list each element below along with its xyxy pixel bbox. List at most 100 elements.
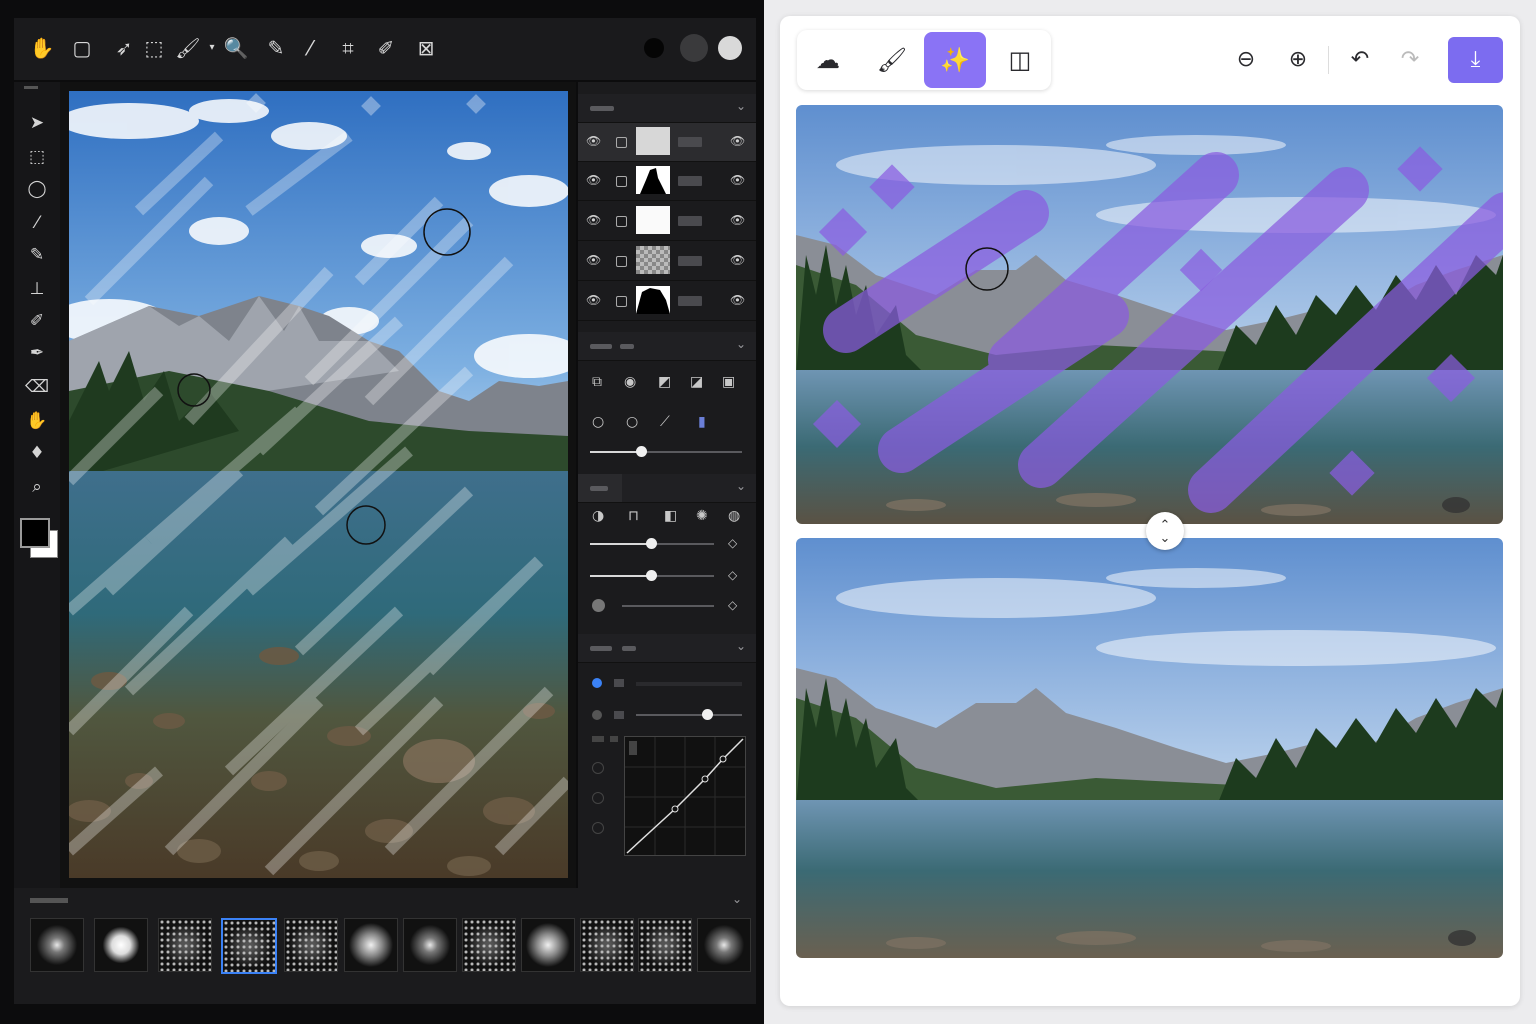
brush-preset[interactable] <box>158 918 212 972</box>
slider-knob[interactable] <box>646 538 657 549</box>
scatter-icon[interactable]: ✺ <box>696 508 708 524</box>
checkbox[interactable] <box>616 176 627 187</box>
contrast-icon[interactable]: ◩ <box>658 374 671 390</box>
brush-preset[interactable] <box>344 918 398 972</box>
eye-icon[interactable]: 👁 <box>586 213 601 227</box>
brush-icon[interactable]: 🖌 <box>861 32 923 88</box>
checkbox[interactable] <box>616 296 627 307</box>
curves-graph[interactable] <box>624 736 746 856</box>
undo-icon[interactable]: ↶ <box>1338 38 1382 82</box>
canvas-photo[interactable] <box>69 91 568 878</box>
channel-radio[interactable] <box>592 762 604 774</box>
healing-icon[interactable]: ✐ <box>24 308 50 334</box>
stamp-icon[interactable]: ⊓ <box>628 508 639 524</box>
channel-track[interactable] <box>636 682 742 686</box>
gradient-icon[interactable]: ▮ <box>698 414 706 430</box>
flip-icon[interactable]: ◧ <box>664 508 677 524</box>
brush-preset[interactable] <box>30 918 84 972</box>
zoom-icon[interactable]: ⌕ <box>24 474 50 500</box>
brush-preset[interactable] <box>462 918 516 972</box>
swatch-black[interactable] <box>644 38 664 58</box>
transform-icon[interactable]: ⊠ <box>412 34 440 62</box>
split-compare-handle[interactable]: ⌃ ⌄ <box>1146 512 1184 550</box>
chevron-down-icon[interactable]: ⌄ <box>736 639 746 653</box>
dodge-icon[interactable]: ♦ <box>24 440 50 466</box>
crop-icon[interactable]: ⌗ <box>334 34 362 62</box>
pen-icon[interactable]: ✒ <box>24 340 50 366</box>
texture-icon[interactable]: ◍ <box>728 508 740 524</box>
hand-icon[interactable]: ✋ <box>28 34 56 62</box>
eraser-icon[interactable]: ⌫ <box>24 374 50 400</box>
checkbox[interactable] <box>616 216 627 227</box>
zoom-in-icon[interactable]: ⊕ <box>1276 38 1320 82</box>
zoom-icon[interactable]: 🔍 <box>222 34 250 62</box>
diamond-icon[interactable]: ◇ <box>728 598 737 612</box>
redo-icon[interactable]: ↷ <box>1388 38 1432 82</box>
eye-icon[interactable]: 👁 <box>586 293 601 307</box>
hand-icon[interactable]: ✋ <box>24 408 50 434</box>
magic-wand-icon[interactable]: ✨ <box>924 32 986 88</box>
zoom-out-icon[interactable]: ⊖ <box>1224 38 1268 82</box>
eyedropper-icon[interactable]: ⁄ <box>296 34 324 62</box>
brush-panel-header[interactable]: ⌄ <box>578 474 756 503</box>
diamond-icon[interactable]: ◇ <box>728 568 737 582</box>
circle-icon[interactable]: ○ <box>626 414 638 430</box>
swatch-light[interactable] <box>718 36 742 60</box>
eye-icon[interactable]: 👁 <box>730 173 745 187</box>
circle-icon[interactable]: ○ <box>592 414 604 430</box>
eye-icon[interactable]: 👁 <box>730 253 745 267</box>
stamp-icon[interactable]: ⊥ <box>24 276 50 302</box>
pen-icon[interactable]: ✎ <box>262 34 290 62</box>
brush-preset[interactable] <box>580 918 634 972</box>
chevron-down-icon[interactable]: ⌄ <box>736 337 746 351</box>
brush-preset[interactable] <box>94 918 148 972</box>
curves-panel-header[interactable]: ⌄ <box>578 634 756 663</box>
slider-track[interactable] <box>636 714 742 716</box>
slider-knob[interactable] <box>702 709 713 720</box>
cloud-upload-icon[interactable]: ☁ <box>797 32 859 88</box>
diamond-icon[interactable]: ◇ <box>728 536 737 550</box>
brush-preset[interactable] <box>521 918 575 972</box>
brush-preset[interactable] <box>284 918 338 972</box>
select-arrow-icon[interactable]: ➶ <box>110 34 138 62</box>
pencil-icon[interactable]: ✎ <box>24 242 50 268</box>
foreground-color-swatch[interactable] <box>20 518 50 548</box>
opacity-icon[interactable]: ◑ <box>592 508 604 524</box>
slider-knob[interactable] <box>636 446 647 457</box>
channel-radio[interactable] <box>592 822 604 834</box>
toolbox-grip[interactable] <box>24 86 38 89</box>
eye-icon[interactable]: 👁 <box>730 134 745 148</box>
eye-icon[interactable]: 👁 <box>730 213 745 227</box>
slider-track[interactable] <box>622 605 714 607</box>
brush-preset[interactable] <box>638 918 692 972</box>
brush-preset[interactable] <box>221 918 277 974</box>
curves-adjust-icon[interactable]: ▣ <box>722 374 735 390</box>
brush-icon[interactable]: ⁄ <box>24 210 50 236</box>
eye-icon[interactable]: 👁 <box>586 253 601 267</box>
after-photo[interactable] <box>796 538 1503 958</box>
layer-row[interactable]: 👁 👁 <box>578 242 756 281</box>
lasso-icon[interactable]: ◯ <box>24 176 50 202</box>
brush-preset[interactable] <box>403 918 457 972</box>
lasso-icon[interactable]: ▢ <box>68 34 96 62</box>
eye-icon[interactable]: 👁 <box>586 134 601 148</box>
channel-radio[interactable] <box>592 710 602 720</box>
curve-tool[interactable] <box>592 736 604 742</box>
download-button[interactable]: ⤓ <box>1448 37 1503 83</box>
layer-row[interactable]: 👁 👁 <box>578 123 756 162</box>
channel-radio[interactable] <box>592 792 604 804</box>
hue-icon[interactable]: ◉ <box>624 374 636 390</box>
chevron-down-icon[interactable]: ⌄ <box>736 99 746 113</box>
checkbox[interactable] <box>616 137 627 148</box>
curve-icon[interactable]: ⟋ <box>660 414 670 430</box>
dot-icon[interactable] <box>592 599 605 612</box>
layers-panel-header[interactable]: ⌄ <box>578 94 756 123</box>
swatch-gray[interactable] <box>680 34 708 62</box>
eye-icon[interactable]: 👁 <box>586 173 601 187</box>
curve-tool[interactable] <box>610 736 618 742</box>
before-photo[interactable] <box>796 105 1503 524</box>
split-view-icon[interactable]: ◫ <box>989 32 1051 88</box>
layer-row[interactable]: 👁 👁 <box>578 202 756 241</box>
eye-icon[interactable]: 👁 <box>730 293 745 307</box>
marquee-icon[interactable]: ⬚ <box>24 144 50 170</box>
